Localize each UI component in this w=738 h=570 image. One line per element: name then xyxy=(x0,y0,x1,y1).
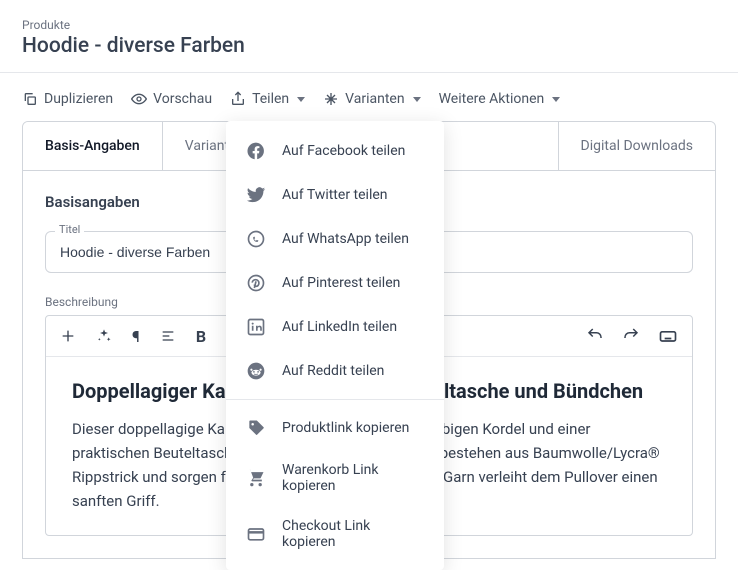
keyboard-tool[interactable] xyxy=(658,326,678,346)
duplizieren-button[interactable]: Duplizieren xyxy=(22,91,113,107)
share-reddit[interactable]: Auf Reddit teilen xyxy=(226,349,444,393)
copy-icon xyxy=(22,91,38,107)
tab-downloads[interactable]: Digital Downloads xyxy=(558,122,715,170)
facebook-icon xyxy=(246,141,266,161)
varianten-icon xyxy=(323,91,339,107)
share-dropdown: Auf Facebook teilen Auf Twitter teilen A… xyxy=(226,121,444,570)
dropdown-divider xyxy=(226,399,444,400)
chevron-down-icon xyxy=(297,97,305,102)
copy-checkout-link-label: Checkout Link kopieren xyxy=(282,518,424,550)
varianten-label: Varianten xyxy=(345,91,404,107)
chevron-down-icon xyxy=(552,97,560,102)
share-linkedin[interactable]: Auf LinkedIn teilen xyxy=(226,305,444,349)
undo-tool[interactable] xyxy=(586,326,604,346)
duplizieren-label: Duplizieren xyxy=(44,91,113,107)
redo-tool[interactable] xyxy=(622,326,640,346)
vorschau-button[interactable]: Vorschau xyxy=(131,91,212,107)
share-facebook[interactable]: Auf Facebook teilen xyxy=(226,129,444,173)
share-whatsapp-label: Auf WhatsApp teilen xyxy=(282,231,409,247)
copy-product-link[interactable]: Produktlink kopieren xyxy=(226,406,444,450)
whatsapp-icon xyxy=(246,229,266,249)
pinterest-icon xyxy=(246,273,266,293)
share-twitter-label: Auf Twitter teilen xyxy=(282,187,388,203)
card-icon xyxy=(246,524,266,544)
copy-product-link-label: Produktlink kopieren xyxy=(282,420,409,436)
reddit-icon xyxy=(246,361,266,381)
linkedin-icon xyxy=(246,317,266,337)
ai-tool[interactable] xyxy=(96,328,112,344)
cart-icon xyxy=(246,468,266,488)
bold-tool[interactable]: B xyxy=(196,327,206,346)
share-whatsapp[interactable]: Auf WhatsApp teilen xyxy=(226,217,444,261)
copy-cart-link[interactable]: Warenkorb Link kopieren xyxy=(226,450,444,506)
paragraph-tool[interactable]: ¶ xyxy=(132,327,140,346)
chevron-down-icon xyxy=(413,97,421,102)
tab-basis[interactable]: Basis-Angaben xyxy=(23,122,163,170)
twitter-icon xyxy=(246,185,266,205)
share-pinterest-label: Auf Pinterest teilen xyxy=(282,275,400,291)
vorschau-label: Vorschau xyxy=(153,91,212,107)
share-twitter[interactable]: Auf Twitter teilen xyxy=(226,173,444,217)
share-reddit-label: Auf Reddit teilen xyxy=(282,363,384,379)
copy-checkout-link[interactable]: Checkout Link kopieren xyxy=(226,506,444,562)
share-pinterest[interactable]: Auf Pinterest teilen xyxy=(226,261,444,305)
tag-icon xyxy=(246,418,266,438)
page-title: Hoodie - diverse Farben xyxy=(22,34,716,58)
share-linkedin-label: Auf LinkedIn teilen xyxy=(282,319,397,335)
varianten-button[interactable]: Varianten xyxy=(323,91,420,107)
share-facebook-label: Auf Facebook teilen xyxy=(282,143,405,159)
add-tool[interactable] xyxy=(60,328,76,344)
share-icon xyxy=(230,91,246,107)
teilen-button[interactable]: Teilen xyxy=(230,91,305,107)
teilen-label: Teilen xyxy=(252,91,289,107)
align-tool[interactable] xyxy=(160,328,176,344)
toolbar: Duplizieren Vorschau Teilen Varianten We… xyxy=(0,73,738,121)
weitere-aktionen-button[interactable]: Weitere Aktionen xyxy=(439,91,561,107)
weitere-label: Weitere Aktionen xyxy=(439,91,545,107)
eye-icon xyxy=(131,91,147,107)
titel-label: Titel xyxy=(55,223,84,236)
breadcrumb[interactable]: Produkte xyxy=(22,18,716,32)
copy-cart-link-label: Warenkorb Link kopieren xyxy=(282,462,424,494)
